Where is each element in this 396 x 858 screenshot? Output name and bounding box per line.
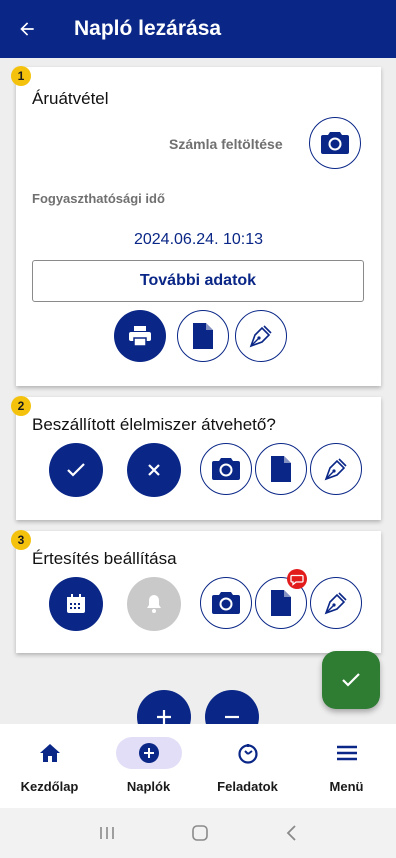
card-goods-receipt: 1 Áruátvétel Számla feltöltése Fogyaszth… (11, 66, 381, 386)
nav-label: Naplók (126, 779, 171, 794)
card-food-acceptable: 2 Beszállított élelmiszer átvehető? (11, 396, 381, 520)
accept-button[interactable] (49, 443, 103, 497)
calendar-icon (67, 594, 85, 613)
document-icon (271, 456, 291, 482)
close-icon (148, 464, 160, 476)
timer-icon (237, 744, 258, 764)
add-circle-icon (138, 743, 159, 763)
comment-badge-icon (287, 569, 307, 589)
nav-item-tasks[interactable]: Feladatok (198, 724, 297, 808)
expiry-value[interactable]: 2024.06.24. 10:13 (16, 231, 381, 249)
document-icon (271, 590, 291, 616)
step-badge: 2 (11, 396, 31, 416)
calendar-button[interactable] (49, 577, 103, 631)
signature-pen-icon (324, 458, 347, 481)
signature-button[interactable] (235, 310, 287, 362)
arrow-left-icon (20, 22, 34, 36)
document-button[interactable] (255, 443, 307, 495)
confirm-fab-button[interactable] (322, 651, 380, 709)
print-icon (129, 326, 151, 347)
back-button[interactable] (0, 0, 54, 58)
document-icon (193, 323, 213, 349)
signature-pen-icon (249, 325, 272, 348)
nav-icon-wrap (115, 737, 182, 769)
nav-item-home[interactable]: Kezdőlap (0, 724, 99, 808)
system-back-icon[interactable] (284, 824, 298, 842)
check-icon (342, 673, 360, 687)
document-button[interactable] (255, 569, 307, 629)
signature-button[interactable] (310, 577, 362, 629)
app-bar: Napló lezárása (0, 0, 396, 58)
signature-button[interactable] (310, 443, 362, 495)
camera-button[interactable] (200, 577, 252, 629)
nav-icon-wrap (314, 737, 380, 769)
nav-icon-wrap (215, 737, 281, 769)
page-title: Napló lezárása (74, 17, 222, 40)
invoice-upload-label: Számla feltöltése (169, 136, 283, 152)
nav-item-logs[interactable]: Naplók (99, 724, 198, 808)
nav-label: Feladatok (217, 779, 278, 794)
step-badge: 3 (11, 530, 31, 550)
document-button[interactable] (177, 310, 229, 362)
notification-bell-button[interactable] (127, 577, 181, 631)
invoice-camera-button[interactable] (309, 117, 361, 169)
card-notification-settings: 3 Értesítés beállítása (11, 530, 381, 653)
print-button[interactable] (114, 310, 166, 362)
nav-icon-wrap (17, 737, 83, 769)
bottom-navigation: Kezdőlap Naplók Feladatok Menü (0, 724, 396, 808)
nav-item-menu[interactable]: Menü (297, 724, 396, 808)
expiry-label: Fogyaszthatósági idő (32, 191, 165, 206)
system-navigation-bar (0, 808, 396, 858)
card-title: Áruátvétel (32, 89, 109, 108)
reject-button[interactable] (127, 443, 181, 497)
nav-label: Menü (329, 779, 364, 794)
camera-icon (212, 458, 240, 480)
signature-pen-icon (324, 592, 347, 615)
camera-icon (212, 592, 240, 614)
recent-apps-icon[interactable] (98, 825, 116, 841)
home-icon (39, 744, 60, 762)
bell-icon (147, 595, 161, 613)
card-title: Beszállított élelmiszer átvehető? (32, 415, 276, 434)
camera-button[interactable] (200, 443, 252, 495)
menu-icon (336, 745, 357, 761)
step-badge: 1 (11, 66, 31, 86)
camera-icon (321, 132, 349, 154)
nav-label: Kezdőlap (20, 779, 79, 794)
check-icon (67, 463, 85, 477)
home-button-icon[interactable] (191, 824, 209, 842)
card-title: Értesítés beállítása (32, 549, 177, 568)
more-data-button[interactable]: További adatok (32, 260, 364, 302)
